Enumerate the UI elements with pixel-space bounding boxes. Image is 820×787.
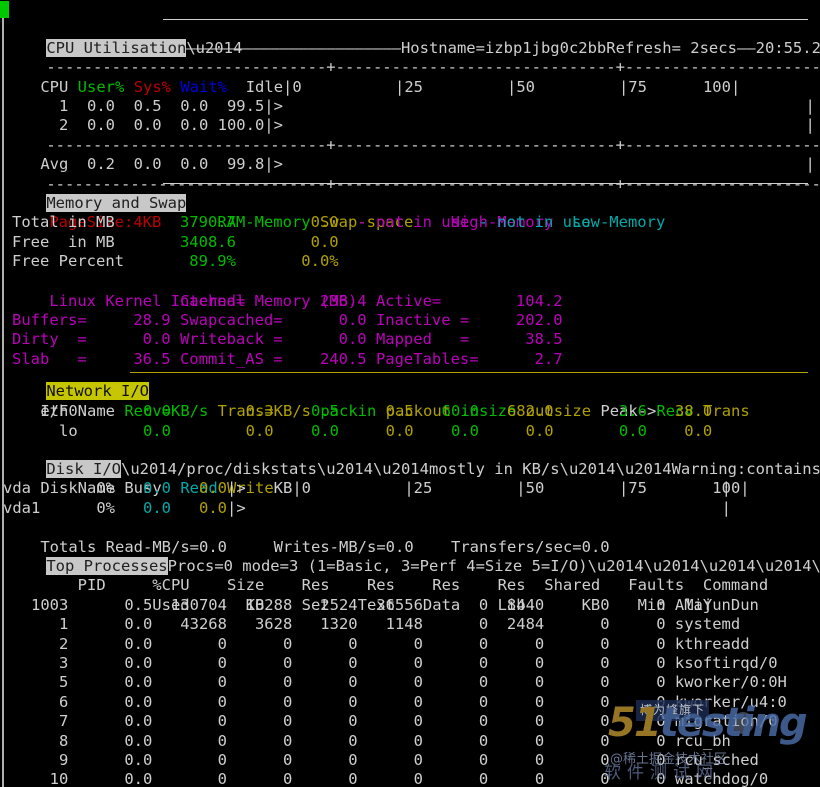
- memory-row-high: - not in use: [338, 213, 470, 232]
- network-row-peak-recv: 0.0: [553, 421, 647, 440]
- disk-row: vda1 0% 0.0 0.0|> |: [3, 499, 731, 518]
- memory-row: Free Percent 89.9% 0.0%: [12, 252, 339, 271]
- topproc-row: 7 0.0 0 0 0 0 0 0 0 0 migration/0: [3, 712, 778, 731]
- disk-row-name: vda1: [3, 498, 87, 517]
- memory-row-label: Total in MB: [12, 213, 152, 232]
- network-row-packout: 0.5: [338, 402, 414, 421]
- network-row-name: lo: [3, 421, 78, 440]
- network-row-trans: 0.0: [170, 421, 274, 440]
- kernel-memory-row-text: Buffers= 28.9 Swapcached= 0.0 Inactive =…: [12, 311, 563, 329]
- topproc-row: 8 0.0 0 0 0 0 0 0 0 0 rcu_bh: [3, 732, 731, 751]
- topproc-row-text: 3 0.0 0 0 0 0 0 0 0 0 ksoftirqd/0: [3, 654, 778, 672]
- network-row-trans: 0.3: [170, 402, 274, 421]
- network-row-insize: 60.0: [413, 402, 479, 421]
- topproc-row-text: 10 0.0 0 0 0 0 0 0 0 0 watchdog/0: [3, 770, 769, 787]
- topproc-row: 1 0.0 43268 3628 1320 1148 0 2484 0 0 sy…: [3, 615, 740, 634]
- kernel-memory-row-text: Cached= 236.4 Active= 104.2: [12, 291, 563, 310]
- network-row-insize: 0.0: [413, 421, 479, 440]
- network-row-recv: 0.0: [77, 421, 171, 440]
- network-row-outsize: 682.0: [478, 402, 554, 421]
- topproc-row-text: 1003 0.5 130704 10288 2524 36556 0 8440 …: [3, 595, 759, 614]
- disk-row: vda 0% 0.0 0.0|> |: [3, 479, 731, 498]
- kernel-memory-row: Dirty = 0.0 Writeback = 0.0 Mapped = 38.…: [12, 330, 563, 349]
- memory-row-swap: 0.0: [235, 213, 339, 232]
- memory-row-label: Free in MB: [12, 232, 152, 251]
- terminal-screen: nmon-16e——————————————————————————————Ho…: [0, 0, 820, 787]
- memory-row: Free in MB 3408.6 0.0: [12, 233, 339, 252]
- topproc-row: 5 0.0 0 0 0 0 0 0 0 0 kworker/0:0H: [3, 673, 787, 692]
- topproc-row-text: 7 0.0 0 0 0 0 0 0 0 0 migration/0: [3, 712, 778, 731]
- cpu-header-rule-line: [163, 19, 808, 21]
- memory-row-ram: 3408.6: [151, 232, 236, 251]
- topproc-row: 6 0.0 0 0 0 0 0 0 0 0 kworker/u4:0: [3, 693, 787, 712]
- topproc-row-text: 8 0.0 0 0 0 0 0 0 0 0 rcu_bh: [3, 731, 731, 750]
- disk-row-busy: 0%: [87, 479, 115, 498]
- disk-row-bar: |> |: [227, 498, 731, 517]
- disk-row-bar: |> |: [227, 479, 731, 498]
- disk-row-name: vda: [3, 479, 87, 498]
- disk-row-read: 0.0: [115, 498, 171, 517]
- network-row-outsize: 0.0: [478, 421, 554, 440]
- kernel-memory-row-text: Dirty = 0.0 Writeback = 0.0 Mapped = 38.…: [12, 330, 563, 349]
- memory-header-rule-line: [163, 183, 808, 184]
- disk-row-write: 0.0: [171, 479, 227, 498]
- network-row-packin: 0.0: [273, 421, 339, 440]
- topproc-row-text: 5 0.0 0 0 0 0 0 0 0 0 kworker/0:0H: [3, 673, 787, 692]
- topproc-row: 9 0.0 0 0 0 0 0 0 0 0 rcu_sched: [3, 751, 759, 770]
- disk-row-read: 0.0: [115, 479, 171, 498]
- topproc-row-text: 2 0.0 0 0 0 0 0 0 0 0 kthreadd: [3, 634, 750, 653]
- memory-row-ram: 89.9%: [151, 252, 236, 271]
- topproc-row: 3 0.0 0 0 0 0 0 0 0 0 ksoftirqd/0: [3, 654, 778, 673]
- topproc-row: 2 0.0 0 0 0 0 0 0 0 0 kthreadd: [3, 635, 750, 654]
- topproc-row-text: 6 0.0 0 0 0 0 0 0 0 0 kworker/u4:0: [3, 692, 787, 711]
- memory-row-low: - not in use: [469, 213, 591, 232]
- topproc-row: 10 0.0 0 0 0 0 0 0 0 0 watchdog/0: [3, 770, 769, 787]
- network-header-rule-line: [130, 372, 808, 373]
- memory-row-swap: 0.0: [235, 232, 339, 251]
- network-row-packout: 0.0: [338, 421, 414, 440]
- disk-row-write: 0.0: [171, 498, 227, 517]
- network-row-name: eth0: [3, 402, 78, 421]
- network-row-recv: 0.0: [77, 402, 171, 421]
- disk-row-busy: 0%: [87, 498, 115, 517]
- network-row: lo 0.0 0.0 0.0 0.0 0.0 0.0 0.0 0.0: [3, 422, 712, 441]
- topproc-row-text: 9 0.0 0 0 0 0 0 0 0 0 rcu_sched: [3, 751, 759, 769]
- memory-row: Total in MB 3790.7 0.0 - not in use - no…: [12, 213, 591, 232]
- topproc-row: 1003 0.5 130704 10288 2524 36556 0 8440 …: [3, 596, 759, 615]
- memory-row-swap: 0.0%: [235, 252, 339, 271]
- network-row-peak-trans: 0.0: [646, 421, 713, 440]
- network-row-packin: 0.5: [273, 402, 339, 421]
- network-row-peak-trans: 38.0: [646, 402, 713, 421]
- network-row: eth0 0.0 0.3 0.5 0.5 60.0 682.0 3.6 38.0: [3, 402, 712, 421]
- memory-row-ram: 3790.7: [151, 213, 236, 232]
- kernel-memory-row: Buffers= 28.9 Swapcached= 0.0 Inactive =…: [12, 311, 563, 330]
- network-row-peak-recv: 3.6: [553, 402, 647, 421]
- terminal-cursor: [0, 1, 9, 18]
- memory-row-label: Free Percent: [12, 252, 152, 271]
- kernel-memory-row: Cached= 236.4 Active= 104.2: [12, 292, 563, 311]
- topproc-row-text: 1 0.0 43268 3628 1320 1148 0 2484 0 0 sy…: [3, 615, 741, 634]
